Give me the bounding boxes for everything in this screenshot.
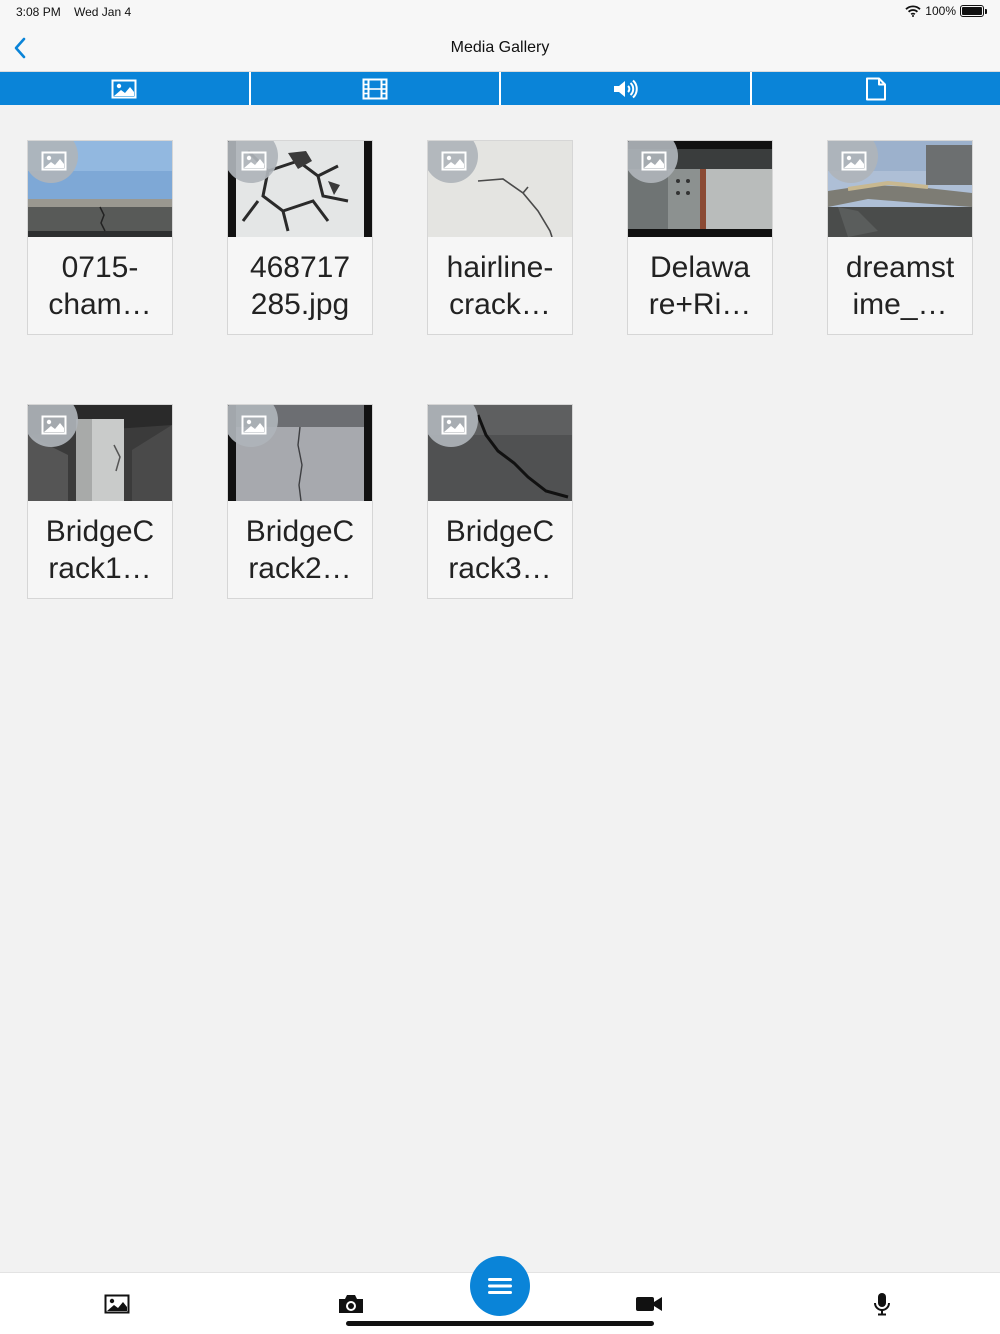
image-icon [41, 415, 67, 435]
status-date: Wed Jan 4 [74, 5, 132, 19]
filename-line-2: ime_… [852, 288, 948, 321]
image-icon [841, 151, 867, 171]
status-bar: 3:08 PM Wed Jan 4 100% [0, 0, 1000, 24]
filename-line-2: crack… [449, 288, 551, 321]
video-button[interactable] [633, 1289, 665, 1319]
gallery-button[interactable] [101, 1289, 133, 1319]
image-icon [441, 151, 467, 171]
media-item[interactable]: 0715- cham… [27, 140, 173, 335]
tab-images[interactable] [0, 72, 249, 105]
filename-line-2: 285.jpg [250, 288, 350, 321]
filename-line-1: 0715- [61, 251, 139, 284]
media-item[interactable]: BridgeC rack2… [227, 404, 373, 599]
battery-icon [960, 5, 987, 17]
filename-line-2: cham… [48, 288, 152, 321]
speaker-icon [614, 79, 638, 98]
media-item[interactable]: dreamst ime_… [827, 140, 973, 335]
filename-line-1: 468717 [249, 251, 351, 284]
image-icon [441, 415, 467, 435]
image-icon [241, 415, 267, 435]
media-filename: dreamst ime_… [828, 237, 972, 334]
image-icon [241, 151, 267, 171]
tab-audio[interactable] [501, 72, 750, 105]
media-type-tabs [0, 72, 1000, 105]
menu-button[interactable] [470, 1256, 530, 1316]
media-filename: 0715- cham… [28, 237, 172, 334]
navigation-bar: Media Gallery [0, 24, 1000, 72]
status-indicators: 100% [905, 4, 987, 18]
media-item[interactable]: Delawa re+Ri… [627, 140, 773, 335]
battery-percent: 100% [925, 4, 956, 18]
microphone-button[interactable] [866, 1289, 898, 1319]
camera-icon [339, 1295, 363, 1313]
document-icon [865, 77, 886, 100]
film-icon [362, 78, 388, 99]
image-icon [641, 151, 667, 171]
media-item[interactable]: BridgeC rack3… [427, 404, 573, 599]
media-item[interactable]: 468717 285.jpg [227, 140, 373, 335]
media-filename: Delawa re+Ri… [628, 237, 772, 334]
gallery-icon [104, 1294, 130, 1314]
filename-line-1: BridgeC [445, 515, 555, 548]
tab-documents[interactable] [751, 72, 1000, 105]
home-indicator[interactable] [346, 1321, 654, 1326]
filename-line-1: BridgeC [45, 515, 155, 548]
tab-videos[interactable] [250, 72, 499, 105]
filename-line-1: dreamst [845, 251, 955, 284]
status-time: 3:08 PM [16, 5, 61, 19]
filename-line-1: hairline- [446, 251, 554, 284]
media-filename: hairline- crack… [428, 237, 572, 334]
filename-line-1: BridgeC [245, 515, 355, 548]
media-item[interactable]: BridgeC rack1… [27, 404, 173, 599]
wifi-icon [905, 5, 921, 17]
media-filename: 468717 285.jpg [228, 237, 372, 334]
filename-line-2: rack3… [448, 552, 552, 585]
microphone-icon [874, 1293, 890, 1316]
filename-line-2: rack1… [48, 552, 152, 585]
image-icon [41, 151, 67, 171]
filename-line-2: rack2… [248, 552, 352, 585]
media-filename: BridgeC rack3… [428, 501, 572, 598]
image-icon [111, 79, 137, 98]
camera-button[interactable] [335, 1289, 367, 1319]
filename-line-2: re+Ri… [648, 288, 752, 321]
media-filename: BridgeC rack2… [228, 501, 372, 598]
media-item[interactable]: hairline- crack… [427, 140, 573, 335]
media-filename: BridgeC rack1… [28, 501, 172, 598]
filename-line-1: Delawa [649, 251, 751, 284]
menu-icon [488, 1278, 512, 1294]
video-camera-icon [636, 1297, 662, 1311]
page-title: Media Gallery [450, 39, 550, 56]
